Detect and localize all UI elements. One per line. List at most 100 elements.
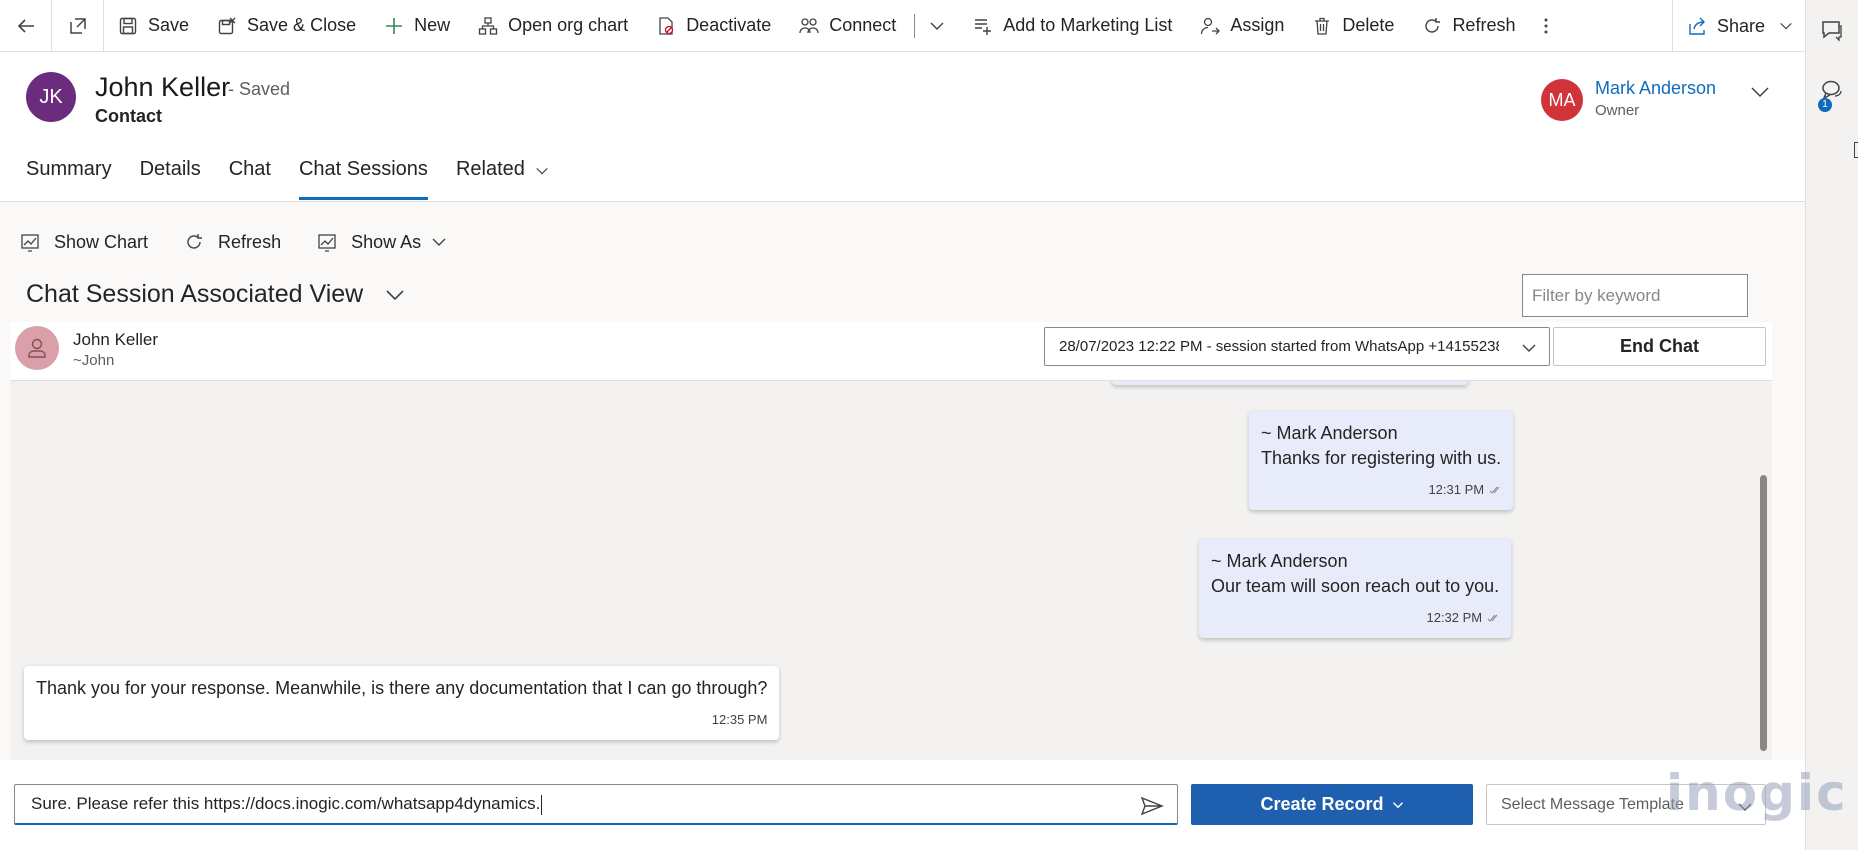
double-check-icon	[1489, 486, 1500, 494]
form-tabs: Summary Details Chat Chat Sessions Relat…	[26, 152, 577, 200]
delete-icon	[1315, 17, 1330, 35]
share-label: Share	[1717, 15, 1766, 36]
message-text: Our team will soon reach out to you.	[1211, 576, 1500, 596]
message-bubble: ~ Mark Anderson Our team will soon reach…	[1199, 539, 1512, 638]
rail-cursor-marker	[1854, 142, 1858, 158]
add-to-marketing-list-button[interactable]: Add to Marketing List	[959, 0, 1186, 52]
share-button[interactable]: Share	[1672, 0, 1805, 52]
refresh-button[interactable]: Refresh	[1408, 0, 1529, 52]
record-name: John Keller	[95, 72, 231, 102]
tab-summary-label: Summary	[26, 158, 112, 180]
message-time: 12:35 PM	[711, 712, 768, 727]
message-input[interactable]: Sure. Please refer this https://docs.ino…	[14, 784, 1178, 825]
open-in-new-window-button[interactable]	[52, 0, 104, 52]
session-select[interactable]: 28/07/2023 12:22 PM - session started fr…	[1044, 327, 1550, 366]
connect-button[interactable]: Connect	[785, 0, 910, 52]
chat-scrollbar[interactable]	[1760, 475, 1767, 751]
more-commands-button[interactable]	[1529, 0, 1563, 52]
show-as-label: Show As	[351, 231, 422, 252]
side-rail: 1	[1805, 0, 1858, 850]
deactivate-button[interactable]: Deactivate	[642, 0, 785, 52]
refresh-label: Refresh	[1452, 15, 1516, 35]
text-caret	[541, 794, 543, 815]
back-arrow-icon	[17, 18, 34, 33]
marketing-list-label: Add to Marketing List	[1003, 15, 1173, 35]
chat-message-area[interactable]: ~ Mark Anderson Thanks for registering w…	[10, 380, 1772, 760]
copilot-chat-button[interactable]	[1820, 18, 1844, 42]
chevron-down-icon	[1751, 87, 1769, 98]
back-button[interactable]	[0, 0, 52, 52]
create-record-button[interactable]: Create Record	[1191, 784, 1473, 825]
end-chat-button[interactable]: End Chat	[1553, 327, 1766, 366]
chat-icon	[1822, 21, 1842, 42]
org-chart-icon	[478, 16, 498, 35]
chevron-down-icon	[386, 289, 404, 300]
show-chart-label: Show Chart	[54, 231, 149, 252]
message-sender: ~ Mark Anderson	[1261, 423, 1398, 443]
filter-keyword-input[interactable]	[1522, 274, 1748, 317]
view-selector[interactable]: Chat Session Associated View	[26, 280, 405, 309]
customer-handle: ~John	[73, 352, 115, 369]
tab-summary[interactable]: Summary	[26, 152, 112, 200]
chevron-down-icon	[1780, 22, 1792, 30]
show-as-button[interactable]: Show As	[317, 232, 447, 253]
chevron-down-icon	[1392, 801, 1403, 808]
message-time: 12:32 PM	[1426, 610, 1483, 625]
refresh-icon	[1425, 17, 1441, 33]
tab-chat-sessions[interactable]: Chat Sessions	[298, 152, 428, 200]
chart-icon	[21, 234, 39, 252]
tab-chat[interactable]: Chat	[229, 152, 271, 200]
brand-watermark: inogic	[1666, 764, 1848, 822]
message-text: Thanks for registering with us.	[1261, 448, 1502, 468]
double-check-icon	[1487, 614, 1498, 622]
session-select-value: 28/07/2023 12:22 PM - session started fr…	[1059, 338, 1499, 355]
entity-type: Contact	[95, 106, 162, 126]
chevron-down-icon	[930, 22, 944, 30]
customer-name: John Keller	[73, 330, 159, 349]
refresh-icon	[187, 234, 203, 249]
owner-link[interactable]: Mark Anderson	[1595, 78, 1716, 99]
subgrid-refresh-button[interactable]: Refresh	[184, 232, 281, 253]
subgrid-refresh-label: Refresh	[218, 231, 282, 252]
tab-details[interactable]: Details	[140, 152, 201, 200]
command-bar: Save Save & Close New Open org chart Dea…	[0, 0, 1805, 52]
chevron-down-icon	[432, 238, 446, 246]
message-composer: Sure. Please refer this https://docs.ino…	[0, 760, 1805, 850]
tab-details-label: Details	[139, 158, 201, 180]
person-icon	[28, 338, 46, 358]
show-as-icon	[318, 234, 336, 252]
message-time: 12:31 PM	[1428, 482, 1485, 497]
delete-label: Delete	[1342, 15, 1395, 35]
show-chart-button[interactable]: Show Chart	[20, 232, 148, 253]
template-placeholder: Select Message Template	[1501, 796, 1684, 813]
plus-icon	[386, 17, 403, 34]
tab-related-label: Related	[455, 158, 525, 180]
save-close-label: Save & Close	[247, 15, 357, 35]
save-status: - Saved	[228, 79, 291, 99]
more-vertical-icon	[1544, 18, 1548, 33]
org-chart-label: Open org chart	[508, 15, 629, 35]
message-sender: ~ Mark Anderson	[1211, 551, 1348, 571]
deactivate-icon	[659, 16, 674, 35]
open-org-chart-button[interactable]: Open org chart	[464, 0, 642, 52]
owner-avatar: MA	[1541, 79, 1583, 121]
header-expand-button[interactable]	[1750, 82, 1770, 102]
message-bubble-partial	[1112, 381, 1468, 385]
delete-button[interactable]: Delete	[1298, 0, 1408, 52]
customer-avatar	[15, 326, 59, 370]
save-button[interactable]: Save	[104, 0, 203, 52]
new-button[interactable]: New	[370, 0, 464, 52]
tab-related[interactable]: Related	[456, 152, 549, 200]
record-header: JK John Keller - Saved Contact MA Mark A…	[0, 52, 1805, 202]
save-label: Save	[148, 15, 190, 35]
create-record-label: Create Record	[1260, 794, 1384, 814]
save-icon	[119, 17, 137, 34]
message-text: Thank you for your response. Meanwhile, …	[36, 678, 768, 698]
save-and-close-button[interactable]: Save & Close	[203, 0, 370, 52]
message-input-value: Sure. Please refer this https://docs.ino…	[31, 794, 541, 813]
chat-header: John Keller ~John 28/07/2023 12:22 PM - …	[10, 322, 1772, 380]
assign-icon	[1201, 17, 1221, 34]
send-button[interactable]	[1140, 796, 1164, 816]
assign-button[interactable]: Assign	[1186, 0, 1298, 52]
connect-dropdown-button[interactable]	[919, 0, 959, 52]
